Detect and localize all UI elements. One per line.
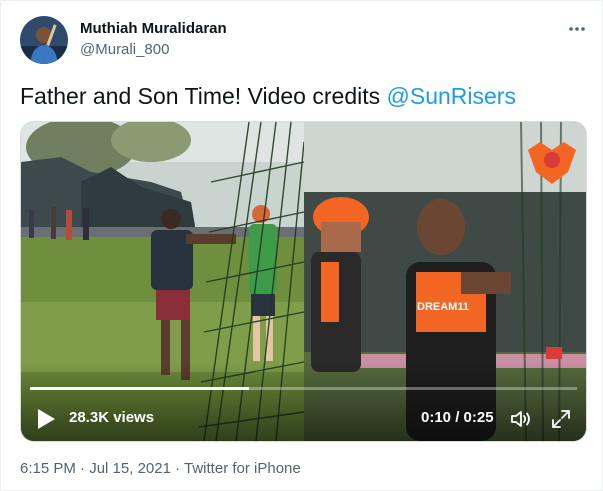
tweet-metadata: 6:15 PM · Jul 15, 2021 · Twitter for iPh… bbox=[20, 460, 301, 477]
avatar[interactable] bbox=[20, 16, 68, 64]
video-timecode: 0:10 / 0:25 bbox=[421, 409, 494, 426]
duration: 0:25 bbox=[463, 409, 494, 426]
progress-bar[interactable] bbox=[30, 387, 577, 390]
separator: · bbox=[170, 460, 185, 477]
progress-fill bbox=[30, 387, 249, 390]
mention-link[interactable]: @SunRisers bbox=[387, 83, 516, 109]
play-icon[interactable] bbox=[36, 408, 56, 430]
current-time: 0:10 bbox=[421, 409, 452, 426]
tweet-source: Twitter for iPhone bbox=[184, 460, 301, 477]
separator: · bbox=[75, 460, 90, 477]
video-frame: DREAM11 bbox=[21, 122, 586, 441]
author-handle[interactable]: @Murali_800 bbox=[80, 41, 169, 58]
author-name[interactable]: Muthiah Muralidaran bbox=[80, 20, 227, 37]
more-horizontal-icon[interactable] bbox=[566, 19, 588, 39]
tweet-date[interactable]: Jul 15, 2021 bbox=[89, 460, 171, 477]
view-count: 28.3K views bbox=[69, 409, 155, 426]
video-player[interactable]: DREAM11 28.3K views 0:10 / 0:25 bbox=[20, 121, 587, 442]
volume-icon[interactable] bbox=[509, 407, 533, 431]
fullscreen-icon[interactable] bbox=[549, 407, 573, 431]
tweet-body: Father and Son Time! Video credits bbox=[20, 83, 387, 109]
tweet-card: Muthiah Muralidaran @Murali_800 Father a… bbox=[0, 0, 603, 491]
svg-text:DREAM11: DREAM11 bbox=[417, 301, 469, 313]
tweet-time[interactable]: 6:15 PM bbox=[20, 460, 76, 477]
tweet-text: Father and Son Time! Video credits @SunR… bbox=[20, 83, 516, 110]
